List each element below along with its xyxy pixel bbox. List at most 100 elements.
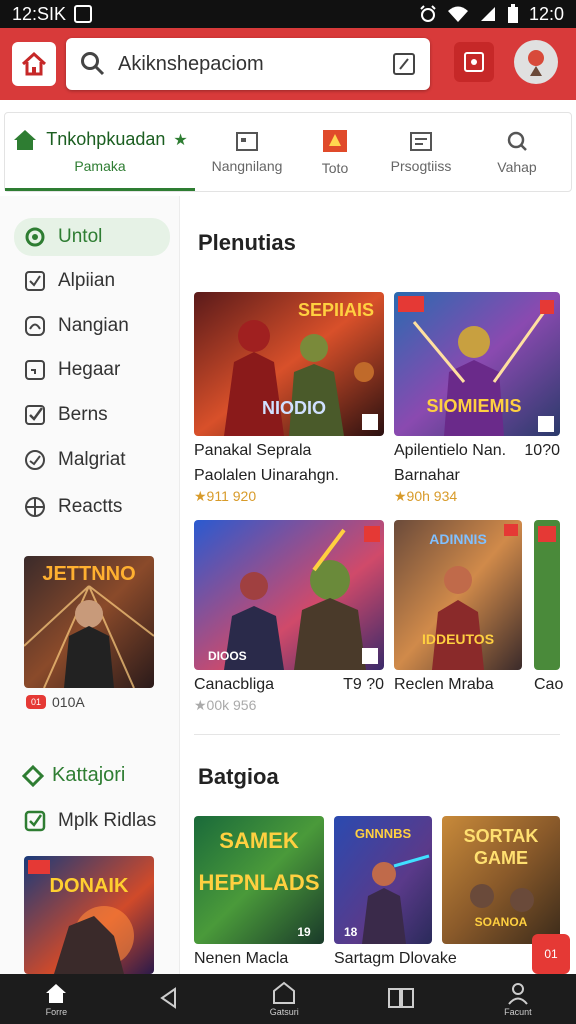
status-time-right: 12:0 [528, 3, 564, 24]
cover-title: SORTAK [464, 826, 539, 846]
cover-badge: SOANOA [475, 915, 528, 929]
tab-featured[interactable]: Tnkohpkuadan ★ Pamaka [5, 113, 195, 191]
tab-vahap[interactable]: Vahap [471, 113, 563, 191]
nav-account[interactable]: Facunt [504, 981, 532, 1017]
checkbox-icon [25, 405, 45, 425]
game-card[interactable]: Cao [534, 520, 563, 695]
tab-toto[interactable]: Toto [299, 113, 371, 191]
game-cover-image: SAMEK HEPNLADS 19 [194, 816, 324, 944]
star-icon: ★ [173, 131, 188, 149]
list-icon [410, 132, 432, 151]
checkbox-icon [25, 271, 45, 291]
nav-back[interactable] [157, 986, 181, 1012]
wifi-icon [447, 6, 468, 22]
sidebar-item-label: Malgriat [58, 449, 126, 470]
floating-action-button[interactable]: 01 [532, 934, 570, 974]
game-price: T9 ?0 [343, 676, 384, 693]
home-icon [46, 984, 67, 1003]
tab-label: Prsogtiiss [390, 158, 452, 174]
diamond-icon [22, 764, 44, 787]
battery-icon [507, 4, 518, 23]
sidebar-thumb-caption: 01 010A [26, 694, 85, 710]
game-cover-image: SEPIIAIS NIODIO [194, 292, 384, 436]
cover-badge: 19 [297, 925, 311, 939]
cover-title: SIOMIEMIS [426, 396, 521, 416]
tab-label: Nangnilang [211, 158, 283, 174]
game-title-line1: Panakal Seprala [194, 442, 312, 459]
game-title-line1: Sartagm Dlovake [334, 950, 457, 967]
game-cover-image: SIOMIEMIS [394, 292, 560, 436]
status-time: 12:SIK [12, 3, 67, 24]
app-bar: Akiknshepaciom [0, 28, 576, 100]
edit-icon[interactable] [392, 52, 416, 76]
game-cover-image: DONAIK [24, 856, 154, 974]
section-title-batgioa: Batgioa [198, 764, 279, 789]
fab-label: 01 [544, 947, 558, 961]
gamepad-icon [464, 52, 484, 72]
cover-subtitle: DIOOS [208, 649, 247, 663]
sidebar-item-malgriat[interactable]: Malgriat [14, 441, 170, 479]
gamepad-button[interactable] [454, 42, 494, 82]
sidebar: Untol Alpiian Nangian Hegaar Berns Malgr… [0, 196, 180, 976]
tab-nangnilang[interactable]: Nangnilang [195, 113, 299, 191]
game-card[interactable]: SIOMIEMIS Apilentielo Nan. 10?0 Barnahar… [394, 292, 560, 505]
sidebar-section-heading: Kattajori [22, 764, 125, 787]
game-card[interactable]: GNNNBS 18 Sartagm Dlovake [334, 816, 457, 969]
person-icon [508, 983, 528, 1005]
sidebar-item-hegaar[interactable]: Hegaar [14, 351, 170, 389]
sidebar-item-mplk-ridlas[interactable]: Mplk Ridlas [14, 802, 170, 840]
game-title-line1: Apilentielo Nan. [394, 442, 507, 459]
cover-title: GNNNBS [355, 826, 412, 841]
tab-sublabel: Pamaka [74, 157, 126, 174]
signal-icon [480, 7, 495, 21]
alarm-icon [420, 5, 436, 22]
cover-subtitle: HEPNLADS [198, 870, 319, 895]
sidebar-game-thumbnail[interactable]: JETTNNO [24, 556, 154, 688]
nav-label: Facunt [504, 1007, 532, 1017]
nav-home[interactable]: Forre [44, 981, 68, 1017]
nav-gatsuri[interactable]: Gatsuri [270, 981, 299, 1017]
game-card[interactable]: ADINNIS IDDEUTOS Reclen Mraba [394, 520, 522, 695]
home-button[interactable] [12, 42, 56, 86]
sidebar-item-untol[interactable]: Untol [14, 218, 170, 256]
game-card[interactable]: SEPIIAIS NIODIO Panakal Seprala Paolalen… [194, 292, 384, 505]
tab-prsogtiiss[interactable]: Prsogtiiss [371, 113, 471, 191]
cover-subtitle: GAME [474, 848, 528, 868]
notification-icon [74, 5, 93, 23]
bottom-nav: Forre Gatsuri Facunt [0, 974, 576, 1024]
game-title-line1: Nenen Macla [194, 950, 289, 967]
calendar-icon [236, 132, 258, 151]
game-title-line2: Paolalen Uinarahgn. [194, 467, 339, 484]
sidebar-item-nangian[interactable]: Nangian [14, 307, 170, 345]
sidebar-item-reactts[interactable]: Reactts [14, 488, 170, 526]
search-bar[interactable]: Akiknshepaciom [66, 38, 430, 90]
section-title-plenutias: Plenutias [198, 230, 296, 255]
game-rating: ★00k 956 [194, 697, 257, 713]
tab-label: Toto [321, 160, 349, 176]
game-title-line1: Reclen Mraba [394, 676, 494, 693]
nav-label: Forre [45, 1007, 68, 1017]
profile-avatar[interactable] [514, 40, 558, 84]
cover-subtitle: NIODIO [262, 398, 326, 418]
nav-label: Gatsuri [269, 1007, 299, 1017]
nav-library[interactable] [387, 986, 415, 1012]
sidebar-item-alpiian[interactable]: Alpiian [14, 262, 170, 300]
tab-label: Tnkohpkuadan [46, 129, 166, 149]
circle-check-icon [25, 227, 45, 247]
game-card[interactable]: SAMEK HEPNLADS 19 Nenen Macla [194, 816, 324, 969]
section-divider [194, 734, 560, 735]
game-cover-image: GNNNBS 18 [334, 816, 432, 944]
game-rating: ★90h 934 [394, 488, 458, 504]
game-cover-image: DIOOS [194, 520, 384, 670]
game-card[interactable]: SORTAK GAME SOANOA [442, 816, 560, 944]
sidebar-game-thumbnail-2[interactable]: DONAIK [24, 856, 154, 974]
sidebar-item-label: Mplk Ridlas [58, 810, 157, 831]
cover-subtitle: IDDEUTOS [422, 631, 494, 647]
game-title-line2: Barnahar [394, 467, 460, 484]
gauge-icon [25, 316, 45, 336]
sidebar-item-berns[interactable]: Berns [14, 396, 170, 434]
cover-title: JETTNNO [42, 563, 135, 585]
game-rating: ★911 920 [194, 488, 257, 504]
search-input[interactable]: Akiknshepaciom [118, 53, 380, 76]
game-card[interactable]: DIOOS Canacbliga T9 ?0 ★00k 956 [194, 520, 384, 714]
